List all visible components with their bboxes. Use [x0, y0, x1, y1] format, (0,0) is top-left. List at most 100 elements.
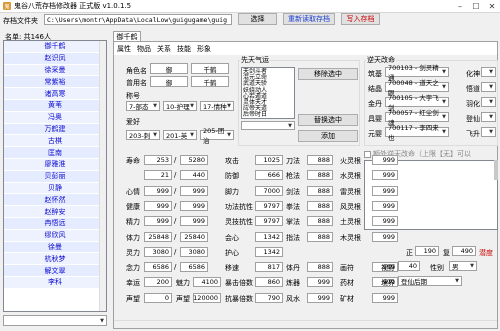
weapon-input[interactable]: 999 [307, 277, 333, 288]
combat-input[interactable]: 1342 [255, 231, 283, 242]
realm-select[interactable]: 登仙后期 ▼ [398, 276, 462, 286]
combat-input[interactable]: 1025 [255, 155, 283, 165]
namelist-item[interactable]: 廖雅淮 [4, 158, 106, 171]
namelist-item[interactable]: 贝彭丽 [4, 170, 106, 183]
namelist-item[interactable]: 赵识凤 [4, 52, 106, 65]
stat-current-input[interactable]: 999 [144, 185, 172, 196]
remove-innate-button[interactable]: 移除选中 [298, 68, 358, 80]
tab-skills[interactable]: 技能 [177, 44, 191, 55]
stat-max-input[interactable]: 25840 [180, 231, 208, 242]
namelist-item[interactable]: 冉悟远 [4, 217, 106, 230]
hobby2-select[interactable]: 201-英 ▼ [163, 130, 197, 140]
combat-input[interactable]: 1342 [255, 246, 283, 257]
weapon-input[interactable]: 888 [307, 231, 333, 242]
rank-select[interactable]: 10-护理 ▼ [163, 101, 197, 111]
destiny-select[interactable]: 700048 - 道天之眼 ▼ [385, 79, 449, 97]
root-input[interactable]: 999 [372, 292, 398, 303]
hobby1-select[interactable]: 203-刺 ▼ [126, 130, 160, 140]
path-input[interactable]: C:\Users\montr\AppData\LocalLow\guigugam… [44, 14, 232, 25]
combat-input[interactable]: 9797 [255, 216, 283, 227]
stat-current-input[interactable]: 200 [144, 277, 172, 288]
hobby3-select[interactable]: 205-团治 ▼ [200, 127, 234, 145]
innate-add-select[interactable]: ▼ [241, 121, 295, 130]
weapon-input[interactable]: 888 [307, 155, 333, 165]
combat-input[interactable]: 9797 [255, 200, 283, 211]
close-button[interactable]: ✕ [484, 0, 500, 12]
root-input[interactable]: 999 [372, 200, 398, 211]
weapon-input[interactable]: 888 [307, 185, 333, 196]
namelist-item[interactable]: 赵醉安 [4, 206, 106, 218]
destiny-select[interactable]: 700105 - 大宇飞剑 ▼ [385, 94, 449, 112]
namelist-scrollbar[interactable] [99, 41, 106, 311]
panel-scrollbar[interactable] [114, 320, 497, 328]
stat-current-input[interactable]: 0 [144, 292, 172, 303]
destiny2-select[interactable]: ▼ [481, 67, 496, 77]
combat-input[interactable]: 860 [255, 277, 283, 288]
namelist-item[interactable]: 缪欣风 [4, 229, 106, 242]
namelist[interactable]: 御千鹤 赵识凤 徐采曼 常紫裕 诸高寒 黄苇 冯奥 万鹤建 古棋 匡南 廖雅淮 贝彭丽 贝静 赵怀然 赵醉安… [3, 40, 107, 312]
innate-item[interactable]: 后帝时日 [243, 112, 293, 118]
namelist-item[interactable]: 赵怀然 [4, 194, 106, 207]
position-select[interactable]: 17-情种 ▼ [200, 101, 234, 111]
stat-max-input[interactable]: 999 [180, 185, 208, 196]
namelist-item[interactable]: 李科 [4, 276, 106, 289]
old-surname-input[interactable]: 御 [150, 76, 188, 87]
sect-select[interactable]: 7-部态 ▼ [126, 101, 160, 111]
stat-max-input[interactable]: 440 [180, 170, 208, 181]
maximize-button[interactable]: ☐ [468, 0, 484, 12]
tab-attributes[interactable]: 属性 [117, 44, 131, 55]
namelist-item[interactable]: 徐曼 [4, 241, 106, 254]
givenname-input[interactable]: 千鹤 [191, 63, 229, 74]
fame-input[interactable]: 120000 [193, 292, 221, 303]
old-givenname-input[interactable]: 千鹤 [191, 76, 229, 87]
namelist-item[interactable]: 杭秋梦 [4, 253, 106, 266]
charm-input[interactable]: 4100 [193, 277, 221, 288]
root-input[interactable]: 999 [372, 170, 398, 181]
weapon-input[interactable]: 888 [307, 170, 333, 181]
namelist-item[interactable]: 解文翠 [4, 265, 106, 277]
namelist-item[interactable]: 诸高寒 [4, 88, 106, 100]
replace-innate-button[interactable]: 替换选中 [298, 114, 358, 126]
vision-input[interactable]: 40 [398, 261, 420, 271]
namelist-item[interactable]: 匡南 [4, 147, 106, 159]
stat-max-input[interactable]: 999 [180, 216, 208, 227]
weapon-input[interactable]: 888 [307, 200, 333, 211]
stat-current-input[interactable]: 3080 [144, 246, 172, 257]
namelist-filter-select[interactable]: ▼ [3, 315, 107, 326]
reread-button[interactable]: 重新读取存档 [283, 13, 335, 25]
add-innate-button[interactable]: 添加 [298, 130, 358, 142]
root-input[interactable]: 999 [372, 185, 398, 196]
innate-list[interactable]: 天剑斗者 混元立命 武道天骄 妖娆动人 心若遁道 灵体天才 应帝天道 后帝时日 [241, 67, 295, 119]
age-input[interactable]: 190 [415, 246, 439, 256]
combat-input[interactable]: 790 [255, 292, 283, 303]
stat-max-input[interactable]: 6586 [180, 262, 208, 273]
namelist-item[interactable]: 万鹤建 [4, 123, 106, 136]
stat-max-input[interactable]: 999 [180, 200, 208, 211]
destiny2-select[interactable]: ▼ [481, 112, 496, 122]
gender-select[interactable]: 男 ▼ [449, 261, 477, 271]
destiny-select[interactable]: 700103 - 剑灵精通 ▼ [385, 64, 449, 82]
write-button[interactable]: 写入存档 [341, 13, 380, 25]
tab-items[interactable]: 物品 [137, 44, 151, 55]
extra-destiny-checkbox[interactable] [364, 150, 371, 158]
tab-appearance[interactable]: 形象 [197, 44, 211, 55]
destiny-select[interactable]: 700117 - 李四来也 ▼ [385, 124, 449, 142]
weapon-input[interactable]: 888 [307, 216, 333, 227]
combat-input[interactable]: 666 [255, 170, 283, 181]
tab-relations[interactable]: 关系 [157, 44, 171, 55]
stat-current-input[interactable]: 253 [144, 155, 172, 165]
stat-current-input[interactable]: 6586 [144, 262, 172, 273]
namelist-item[interactable]: 黄苇 [4, 99, 106, 112]
stat-current-input[interactable]: 25848 [144, 231, 172, 242]
weapon-input[interactable]: 999 [307, 292, 333, 303]
destiny2-select[interactable]: ▼ [481, 82, 496, 92]
surname-input[interactable]: 御 [150, 63, 188, 74]
stat-max-input[interactable]: 3080 [180, 246, 208, 257]
combat-input[interactable]: 817 [255, 262, 283, 273]
minimize-button[interactable]: – [452, 0, 468, 12]
destiny-select[interactable]: 700057 - 红尘剑魂 ▼ [385, 109, 449, 127]
stat-current-input[interactable]: 999 [144, 216, 172, 227]
namelist-item[interactable]: 贝静 [4, 182, 106, 195]
choose-button[interactable]: 选择 [238, 13, 277, 25]
destiny2-select[interactable]: ▼ [481, 97, 496, 107]
